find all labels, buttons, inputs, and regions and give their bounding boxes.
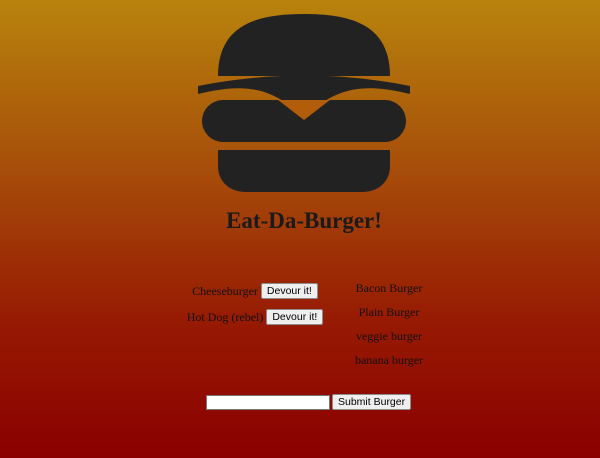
page-title: Eat-Da-Burger!: [226, 208, 382, 233]
list-item: banana burger: [354, 353, 424, 367]
list-item: veggie burger: [355, 329, 423, 343]
list-item: Hot Dog (rebel) Devour it!: [150, 306, 360, 328]
submit-burger-button[interactable]: Submit Burger: [332, 394, 412, 410]
list-item: Cheeseburger Devour it!: [150, 280, 360, 302]
burger-name: Hot Dog (rebel): [186, 309, 264, 324]
burger-name: Cheeseburger: [192, 283, 258, 298]
burger-logo-icon: [198, 14, 410, 192]
burgers-to-devour-list: Cheeseburger Devour it! Hot Dog (rebel) …: [150, 280, 360, 332]
devoured-burgers-list: Bacon Burger Plain Burger veggie burger …: [334, 280, 444, 376]
add-burger-form: Submit Burger: [206, 394, 412, 410]
devour-button[interactable]: Devour it!: [266, 309, 324, 325]
burger-name-input[interactable]: [206, 394, 330, 410]
list-item: Plain Burger: [358, 305, 420, 319]
devour-button[interactable]: Devour it!: [260, 283, 318, 299]
list-item: Bacon Burger: [355, 281, 423, 295]
